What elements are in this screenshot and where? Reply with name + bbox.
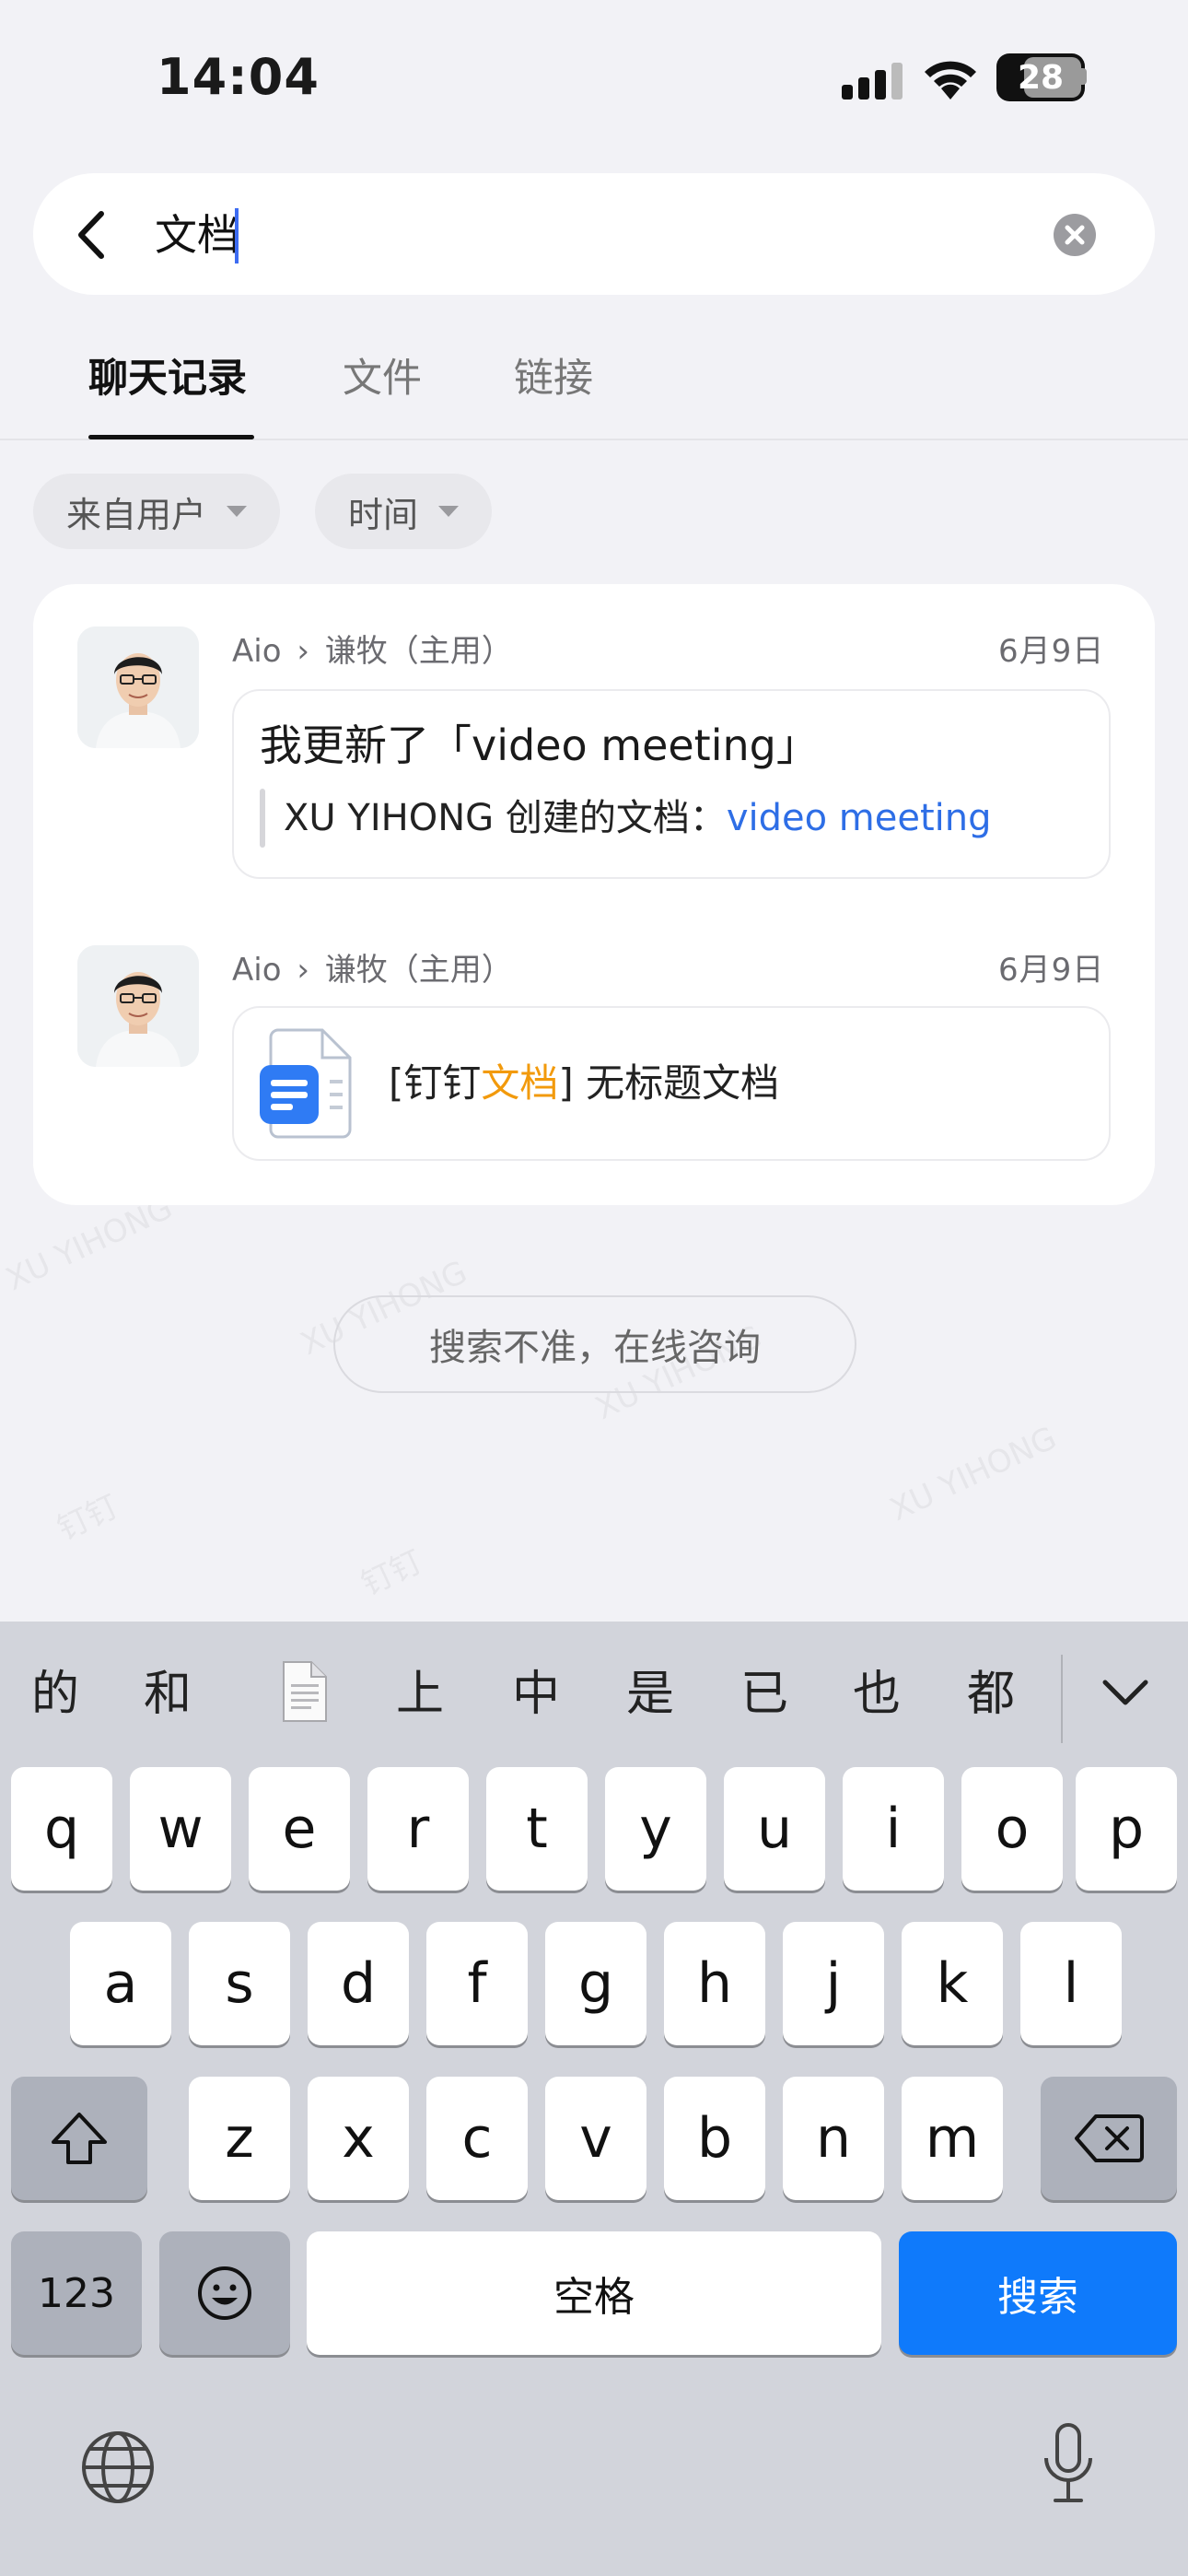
candidate-divider [1061, 1655, 1063, 1743]
quote-prefix: XU YIHONG 创建的文档： [284, 797, 727, 839]
message-date: 6月9日 [998, 952, 1105, 989]
numbers-key[interactable]: 123 [11, 2231, 142, 2355]
key-x[interactable]: x [308, 2077, 409, 2200]
quoted-doc: XU YIHONG 创建的文档：video meeting [284, 790, 992, 846]
key-q[interactable]: q [11, 1767, 112, 1891]
dropdown-arrow-icon [438, 506, 460, 517]
back-chevron-icon[interactable] [66, 203, 118, 267]
candidate-word[interactable]: 中 [512, 1662, 560, 1727]
wifi-icon [925, 61, 976, 100]
key-m[interactable]: m [902, 2077, 1003, 2200]
key-c[interactable]: c [426, 2077, 528, 2200]
battery-icon: 28 [996, 53, 1085, 101]
candidate-word[interactable]: 和 [144, 1662, 192, 1727]
filter-from-user-label: 来自用户 [66, 494, 207, 535]
key-n[interactable]: n [783, 2077, 884, 2200]
emoji-icon [198, 2266, 251, 2320]
key-p[interactable]: p [1076, 1767, 1177, 1891]
chevron-down-icon[interactable] [1101, 1677, 1149, 1710]
chevron-right-icon: › [297, 633, 309, 670]
candidate-word[interactable]: 都 [967, 1662, 1015, 1727]
key-d[interactable]: d [308, 1922, 409, 2045]
candidate-word[interactable]: 也 [853, 1662, 901, 1727]
key-y[interactable]: y [605, 1767, 706, 1891]
message-path: Aio › 谦牧（主用） [232, 628, 513, 674]
quote-bar [260, 789, 265, 848]
key-s[interactable]: s [189, 1922, 290, 2045]
key-g[interactable]: g [545, 1922, 646, 2045]
status-time: 14:04 [157, 48, 320, 106]
key-u[interactable]: u [724, 1767, 825, 1891]
key-j[interactable]: j [783, 1922, 884, 2045]
key-l[interactable]: l [1020, 1922, 1122, 2045]
candidate-word[interactable]: 上 [396, 1662, 444, 1727]
active-tab-indicator [88, 435, 254, 439]
space-key[interactable]: 空格 [307, 2231, 881, 2355]
tab-links[interactable]: 链接 [514, 348, 593, 409]
search-key[interactable]: 搜索 [899, 2231, 1177, 2355]
tab-chat-records[interactable]: 聊天记录 [88, 348, 247, 409]
key-h[interactable]: h [664, 1922, 765, 2045]
watermark-text: 钉钉 [52, 1488, 124, 1549]
path-user: 谦牧（主用） [324, 952, 513, 989]
shift-key[interactable] [11, 2077, 147, 2200]
path-group: Aio [232, 633, 282, 670]
search-input[interactable]: 文档 [155, 205, 239, 265]
search-feedback-button[interactable]: 搜索不准，在线咨询 [333, 1295, 856, 1393]
emoji-key[interactable] [159, 2231, 290, 2355]
key-r[interactable]: r [367, 1767, 469, 1891]
avatar[interactable] [77, 626, 199, 748]
watermark-text: XU YIHONG [884, 1419, 1063, 1529]
key-b[interactable]: b [664, 2077, 765, 2200]
cellular-signal-icon [842, 63, 903, 100]
file-prefix: [钉钉 [389, 1060, 482, 1106]
document-file-icon [260, 1028, 352, 1139]
file-suffix: ] 无标题文档 [558, 1060, 780, 1106]
candidate-word[interactable]: 已 [740, 1662, 788, 1727]
message-date: 6月9日 [998, 633, 1105, 670]
key-k[interactable]: k [902, 1922, 1003, 2045]
key-o[interactable]: o [961, 1767, 1063, 1891]
watermark-text: XU YIHONG [0, 1188, 179, 1299]
message-path: Aio › 谦牧（主用） [232, 947, 513, 993]
key-w[interactable]: w [130, 1767, 231, 1891]
backspace-icon [1075, 2114, 1144, 2162]
battery-nub [1081, 68, 1087, 85]
battery-level: 28 [1017, 58, 1065, 97]
filter-time[interactable]: 时间 [315, 474, 493, 549]
keyword-highlight: 文档 [481, 1060, 559, 1106]
key-z[interactable]: z [189, 2077, 290, 2200]
text-caret [235, 208, 239, 263]
avatar[interactable] [77, 945, 199, 1067]
globe-icon[interactable] [79, 2429, 157, 2506]
file-title: [钉钉文档] 无标题文档 [389, 1054, 779, 1113]
filter-from-user[interactable]: 来自用户 [33, 474, 281, 549]
key-v[interactable]: v [545, 2077, 646, 2200]
doc-link[interactable]: video meeting [727, 797, 992, 839]
backspace-key[interactable] [1041, 2077, 1177, 2200]
path-user: 谦牧（主用） [324, 633, 513, 670]
key-i[interactable]: i [843, 1767, 944, 1891]
message-title: 我更新了「video meeting」 [260, 720, 819, 770]
candidate-word[interactable]: 的 [31, 1662, 79, 1727]
clear-search-icon[interactable] [1054, 214, 1096, 256]
candidate-word[interactable]: 是 [626, 1662, 674, 1727]
key-t[interactable]: t [486, 1767, 588, 1891]
shift-arrow-icon [52, 2113, 107, 2164]
dropdown-arrow-icon [227, 506, 248, 517]
key-f[interactable]: f [426, 1922, 528, 2045]
filter-time-label: 时间 [348, 494, 419, 535]
chevron-right-icon: › [297, 952, 309, 989]
watermark-text: 钉钉 [355, 1543, 428, 1604]
path-group: Aio [232, 952, 282, 989]
tab-files[interactable]: 文件 [343, 348, 422, 409]
document-emoji-icon[interactable] [274, 1658, 333, 1727]
microphone-icon[interactable] [1041, 2421, 1096, 2508]
key-e[interactable]: e [249, 1767, 350, 1891]
key-a[interactable]: a [70, 1922, 171, 2045]
